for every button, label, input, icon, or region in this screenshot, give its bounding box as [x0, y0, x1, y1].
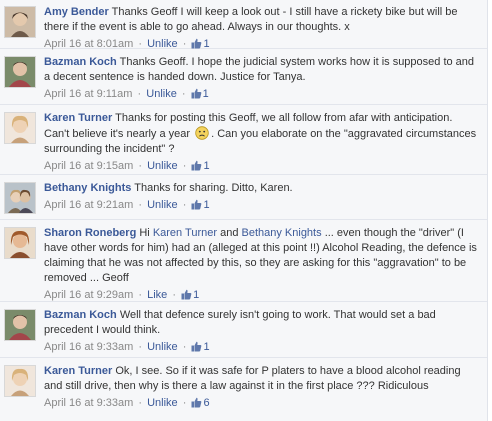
separator: ·	[181, 88, 186, 100]
comment-item: Sharon Roneberg Hi Karen Turner and Beth…	[0, 220, 487, 302]
separator: ·	[138, 160, 143, 172]
comment-item: Bazman Koch Thanks Geoff. I hope the jud…	[0, 49, 487, 105]
mention-link[interactable]: Karen Turner	[153, 227, 217, 239]
separator: ·	[138, 199, 143, 211]
comment-item: Bazman Koch Well that defence surely isn…	[0, 302, 487, 358]
separator: ·	[182, 397, 187, 409]
comment-item: Amy Bender Thanks Geoff I will keep a lo…	[0, 0, 487, 50]
comment-timestamp[interactable]: April 16 at 9:15am	[44, 160, 133, 172]
comment-timestamp[interactable]: April 16 at 9:11am	[44, 88, 132, 100]
like-count-value: 1	[203, 341, 210, 353]
comment-item: Karen Turner Thanks for posting this Geo…	[0, 105, 487, 175]
comment-author-link[interactable]: Karen Turner	[44, 365, 112, 377]
like-count[interactable]: 1	[191, 341, 210, 353]
like-count-value: 1	[193, 289, 200, 301]
avatar[interactable]	[4, 112, 36, 144]
like-count[interactable]: 1	[181, 289, 199, 301]
avatar-image	[5, 183, 35, 213]
comment-body: Bethany Knights Thanks for sharing. Ditt…	[44, 181, 479, 214]
separator: ·	[182, 341, 187, 353]
comment-item: Karen Turner Ok, I see. So if it was saf…	[0, 358, 487, 421]
avatar[interactable]	[4, 227, 36, 259]
frown-emoticon-icon	[195, 126, 209, 140]
comment-author-link[interactable]: Bazman Koch	[44, 309, 117, 321]
unlike-link[interactable]: Unlike	[147, 341, 178, 353]
separator: ·	[182, 160, 187, 172]
comment-item: Bethany Knights Thanks for sharing. Ditt…	[0, 175, 487, 220]
like-count[interactable]: 6	[191, 397, 210, 409]
comment-text-prefix: Hi	[139, 227, 150, 239]
comments-feed: Amy Bender Thanks Geoff I will keep a lo…	[0, 0, 488, 421]
like-count-value: 1	[202, 88, 209, 100]
like-link[interactable]: Like	[147, 289, 167, 301]
comment-author-link[interactable]: Bazman Koch	[44, 56, 117, 68]
thumbs-up-icon	[191, 199, 202, 210]
comment-body: Karen Turner Ok, I see. So if it was saf…	[44, 364, 479, 416]
comment-body: Amy Bender Thanks Geoff I will keep a lo…	[44, 5, 479, 50]
thumbs-up-icon	[191, 341, 202, 352]
avatar[interactable]	[4, 6, 36, 38]
avatar[interactable]	[4, 365, 36, 397]
separator: ·	[138, 289, 143, 301]
avatar[interactable]	[4, 56, 36, 88]
comment-timestamp[interactable]: April 16 at 9:29am	[44, 289, 133, 301]
comment-body: Karen Turner Thanks for posting this Geo…	[44, 111, 479, 172]
avatar-image	[5, 310, 35, 340]
comment-body: Bazman Koch Thanks Geoff. I hope the jud…	[44, 55, 479, 101]
comment-meta: April 16 at 9:33am · Unlike · 1	[44, 340, 479, 354]
comment-timestamp[interactable]: April 16 at 9:33am	[44, 341, 133, 353]
comment-text-and: and	[220, 227, 239, 239]
separator: ·	[172, 289, 176, 301]
comment-meta: April 16 at 9:15am · Unlike · 1	[44, 159, 479, 173]
like-count[interactable]: 1	[191, 88, 209, 100]
thumbs-up-icon	[181, 289, 192, 300]
avatar-image	[5, 113, 35, 143]
unlike-link[interactable]: Unlike	[146, 88, 177, 100]
comment-author-link[interactable]: Bethany Knights	[44, 182, 131, 194]
thumbs-up-icon	[191, 397, 202, 408]
avatar-image	[5, 57, 35, 87]
unlike-link[interactable]: Unlike	[147, 160, 178, 172]
unlike-link[interactable]: Unlike	[147, 397, 178, 409]
comment-meta: April 16 at 9:29am · Like · 1	[44, 288, 479, 302]
avatar[interactable]	[4, 309, 36, 341]
like-count-value: 1	[203, 160, 210, 172]
comment-meta: April 16 at 9:21am · Unlike · 1	[44, 198, 479, 212]
comment-author-link[interactable]: Sharon Roneberg	[44, 227, 136, 239]
comment-meta: April 16 at 9:11am · Unlike · 1	[44, 87, 479, 101]
thumbs-up-icon	[191, 160, 202, 171]
like-count-value: 1	[203, 199, 210, 211]
avatar-image	[5, 7, 35, 37]
separator: ·	[138, 341, 143, 353]
unlike-link[interactable]: Unlike	[147, 199, 178, 211]
like-count-value: 6	[203, 397, 210, 409]
comment-timestamp[interactable]: April 16 at 9:21am	[44, 199, 133, 211]
avatar-image	[5, 366, 35, 396]
comment-body: Sharon Roneberg Hi Karen Turner and Beth…	[44, 226, 479, 301]
mention-link[interactable]: Bethany Knights	[242, 227, 322, 239]
comment-body: Bazman Koch Well that defence surely isn…	[44, 308, 479, 354]
comment-text: Thanks for sharing. Ditto, Karen.	[134, 182, 293, 194]
like-count[interactable]: 1	[191, 160, 210, 172]
avatar[interactable]	[4, 182, 36, 214]
comment-timestamp[interactable]: April 16 at 9:33am	[44, 397, 133, 409]
comment-meta: April 16 at 9:33am · Unlike · 6	[44, 396, 479, 410]
avatar-image	[5, 228, 35, 258]
thumbs-up-icon	[191, 88, 202, 99]
comment-author-link[interactable]: Karen Turner	[44, 112, 112, 124]
separator: ·	[182, 199, 187, 211]
separator: ·	[138, 397, 143, 409]
like-count[interactable]: 1	[191, 199, 210, 211]
comment-author-link[interactable]: Amy Bender	[44, 6, 109, 18]
thumbs-up-icon	[191, 38, 202, 49]
separator: ·	[137, 88, 142, 100]
